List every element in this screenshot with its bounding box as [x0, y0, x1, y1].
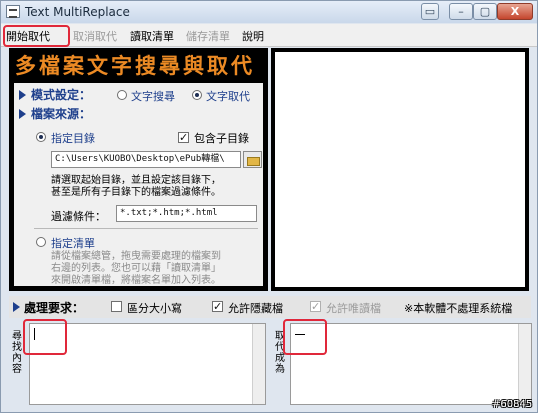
highlight-start-replace — [3, 25, 70, 47]
menu-save-list[interactable]: 儲存清單 — [186, 28, 230, 44]
filter-label: 過濾條件： — [51, 210, 106, 223]
divider — [34, 228, 258, 229]
menu-cancel-replace[interactable]: 取消取代 — [73, 28, 117, 44]
directory-path-field[interactable]: C:\Users\KUOBO\Desktop\ePub轉檔\ — [51, 151, 241, 168]
mode-replace-label[interactable]: 文字取代 — [206, 88, 250, 104]
system-file-note: ※本軟體不處理系統檔 — [404, 302, 513, 315]
highlight-search-input — [23, 319, 67, 355]
file-list[interactable] — [275, 52, 525, 287]
replace-scrollbar[interactable] — [518, 324, 531, 404]
source-arrow-icon — [19, 109, 26, 119]
banner-title: 多檔案文字搜尋與取代 — [15, 53, 255, 78]
list-radio[interactable] — [36, 237, 46, 247]
include-subdirs-label[interactable]: 包含子目錄 — [194, 130, 249, 146]
settings-inner: 模式設定： 文字搜尋 文字取代 檔案來源： 指定目錄 ✓ 包含子目錄 C:\Us… — [14, 83, 263, 286]
directory-desc-line1: 請選取起始目錄，並且設定該目錄下， — [51, 175, 221, 186]
directory-radio[interactable] — [36, 132, 46, 142]
list-desc-line1: 請從檔案總管，拖曳需要處理的檔案到 — [51, 251, 221, 262]
directory-desc-line2: 甚至是所有子目錄下的檔案過濾條件。 — [51, 187, 221, 198]
case-sensitive-label[interactable]: 區分大小寫 — [127, 300, 182, 316]
app-window: Text MultiReplace ▭ – ▢ X 開始取代 取消取代 讀取清單… — [0, 0, 538, 413]
close-button[interactable]: X — [497, 3, 533, 20]
list-desc-line2: 右邊的列表。您也可以藉「讀取清單」 — [51, 263, 221, 274]
restore-icon[interactable]: ▭ — [421, 3, 439, 20]
minimize-button[interactable]: – — [449, 3, 473, 20]
file-list-panel — [271, 48, 529, 291]
mode-label: 模式設定： — [31, 88, 92, 102]
processing-bar: 處理要求： 區分大小寫 ✓ 允許隱藏檔 ✓ 允許唯讀檔 ※本軟體不處理系統檔 — [9, 296, 531, 318]
allow-hidden-checkbox[interactable]: ✓ — [212, 301, 223, 312]
menu-bar: 開始取代 取消取代 讀取清單 儲存清單 說明 — [1, 24, 537, 47]
list-option-label[interactable]: 指定清單 — [51, 235, 95, 251]
allow-readonly-checkbox[interactable]: ✓ — [310, 301, 321, 312]
app-icon — [6, 5, 20, 18]
mode-arrow-icon — [19, 90, 26, 100]
search-scrollbar[interactable] — [252, 324, 265, 404]
list-desc-line3: 來開啟清單檔，將檔案名單加入列表。 — [51, 275, 221, 286]
watermark: #60845 — [492, 399, 533, 410]
settings-panel: 多檔案文字搜尋與取代 模式設定： 文字搜尋 文字取代 檔案來源： 指定目錄 ✓ … — [9, 48, 268, 291]
menu-help[interactable]: 說明 — [242, 28, 264, 44]
allow-hidden-label[interactable]: 允許隱藏檔 — [228, 300, 283, 316]
source-label: 檔案來源： — [31, 107, 92, 121]
window-title: Text MultiReplace — [25, 5, 130, 19]
directory-option-label[interactable]: 指定目錄 — [51, 130, 95, 146]
maximize-button[interactable]: ▢ — [473, 3, 497, 20]
processing-label: 處理要求： — [24, 301, 85, 315]
filter-field[interactable]: *.txt;*.htm;*.html — [116, 205, 257, 222]
mode-search-label[interactable]: 文字搜尋 — [131, 88, 175, 104]
allow-readonly-label[interactable]: 允許唯讀檔 — [326, 300, 381, 316]
title-bar: Text MultiReplace ▭ – ▢ X — [1, 1, 537, 23]
include-subdirs-checkbox[interactable]: ✓ — [178, 132, 189, 143]
processing-arrow-icon — [13, 302, 20, 312]
menu-load-list[interactable]: 讀取清單 — [130, 28, 174, 44]
search-area-label: 尋找內容 — [12, 331, 22, 375]
mode-search-radio[interactable] — [117, 90, 127, 100]
browse-folder-icon[interactable] — [243, 151, 262, 168]
case-sensitive-checkbox[interactable] — [111, 301, 122, 312]
mode-replace-radio[interactable] — [192, 90, 202, 100]
highlight-replace-input — [283, 319, 327, 355]
